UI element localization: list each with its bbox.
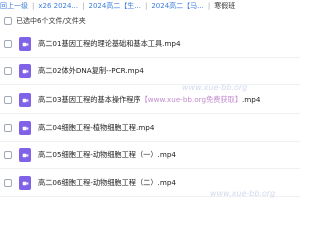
breadcrumb-separator: | xyxy=(207,2,211,10)
file-name[interactable]: 高二05细胞工程-动物细胞工程（一）.mp4 xyxy=(38,150,176,160)
select-all-checkbox[interactable] xyxy=(4,16,12,25)
selection-header: 已选中6个文件/文件夹 xyxy=(0,13,300,28)
file-name[interactable]: 高二03基因工程的基本操作程序【www.xue-bb.org免费获取】.mp4 xyxy=(38,95,260,105)
breadcrumb-separator: | xyxy=(144,2,148,10)
video-file-icon xyxy=(19,64,31,78)
file-checkbox[interactable] xyxy=(4,40,12,48)
file-name[interactable]: 高二02体外DNA复制--PCR.mp4 xyxy=(38,66,144,76)
watermark-text: www.xue-bb.org xyxy=(210,189,276,198)
file-name[interactable]: 高二01基因工程的理论基础和基本工具.mp4 xyxy=(38,39,181,49)
breadcrumb-item-1[interactable]: x26 2024... xyxy=(38,0,78,12)
file-checkbox[interactable] xyxy=(4,67,12,75)
video-file-icon xyxy=(19,93,31,107)
file-checkbox[interactable] xyxy=(4,151,12,159)
file-checkbox[interactable] xyxy=(4,96,12,104)
video-file-icon xyxy=(19,176,31,190)
divider xyxy=(0,168,300,169)
file-name-prefix: 高二03基因工程的基本操作程序 xyxy=(38,95,141,104)
file-row[interactable]: 高二05细胞工程-动物细胞工程（一）.mp4 xyxy=(0,142,300,168)
divider xyxy=(0,84,300,85)
file-name-watermark-text: 【www.xue-bb.org免费获取】 xyxy=(140,95,243,104)
breadcrumb-separator: | xyxy=(32,2,35,10)
file-row[interactable]: 高二04细胞工程-植物细胞工程.mp4 xyxy=(0,115,300,141)
breadcrumb-back[interactable]: 回上一级 xyxy=(0,0,28,12)
breadcrumb-item-2[interactable]: 2024高二【生... xyxy=(88,0,141,12)
file-name-suffix: .mp4 xyxy=(242,95,261,104)
video-file-icon xyxy=(19,121,31,135)
breadcrumb-separator: | xyxy=(82,2,85,10)
breadcrumb: 回上一级 | x26 2024... | 2024高二【生... | 2024高… xyxy=(0,0,300,12)
divider xyxy=(0,113,300,114)
breadcrumb-current: 寒假班 xyxy=(214,2,236,10)
file-row[interactable]: 高二02体外DNA复制--PCR.mp4 xyxy=(0,58,300,84)
video-file-icon xyxy=(19,148,31,162)
selection-count-label: 已选中6个文件/文件夹 xyxy=(16,16,86,25)
file-checkbox[interactable] xyxy=(4,124,12,132)
file-row[interactable]: 高二03基因工程的基本操作程序【www.xue-bb.org免费获取】.mp4 xyxy=(0,87,300,113)
file-checkbox[interactable] xyxy=(4,179,12,187)
file-name[interactable]: 高二06细胞工程-动物细胞工程（二）.mp4 xyxy=(38,178,176,188)
file-row[interactable]: 高二01基因工程的理论基础和基本工具.mp4 xyxy=(0,31,300,57)
file-name[interactable]: 高二04细胞工程-植物细胞工程.mp4 xyxy=(38,123,154,133)
video-file-icon xyxy=(19,37,31,51)
watermark-text: www.xue-bb.org xyxy=(182,83,248,92)
breadcrumb-item-3[interactable]: 2024高二【马... xyxy=(151,0,204,12)
